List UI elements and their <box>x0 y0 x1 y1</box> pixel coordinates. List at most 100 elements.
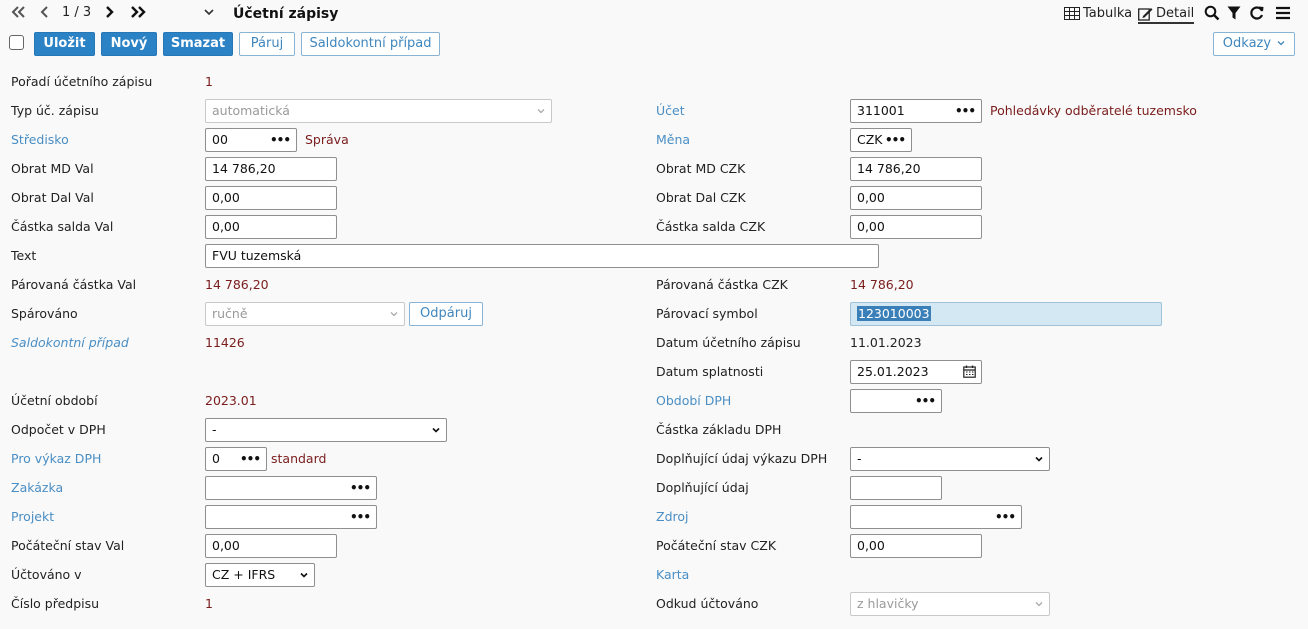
zdroj-label-link[interactable]: Zdroj <box>656 506 688 528</box>
search-button[interactable] <box>1204 5 1220 21</box>
ucet-input[interactable]: 311001 ••• <box>850 99 982 123</box>
zdroj-input[interactable]: ••• <box>850 505 1022 529</box>
text-input[interactable]: FVU tuzemská <box>205 244 879 268</box>
doplnujici-input[interactable] <box>850 476 942 500</box>
castka-salda-czk-input[interactable]: 0,00 <box>850 215 982 239</box>
ucet-label-link[interactable]: Účet <box>656 100 685 122</box>
stredisko-input[interactable]: 00 ••• <box>205 128 297 152</box>
table-view-label: Tabulka <box>1083 6 1133 21</box>
pair-button[interactable]: Páruj <box>239 32 295 56</box>
datum-zapisu-label: Datum účetního zápisu <box>656 335 801 350</box>
zakazka-label-link[interactable]: Zakázka <box>11 477 63 499</box>
pocatecni-val-label: Počáteční stav Val <box>11 538 125 553</box>
saldokontni-label-link[interactable]: Saldokontní případ <box>11 332 129 354</box>
pro-vykaz-input[interactable]: 0 ••• <box>205 447 267 471</box>
zakazka-input[interactable]: ••• <box>205 476 377 500</box>
sparovano-select: ručně <box>205 302 405 326</box>
cislo-predpisu-value: 1 <box>205 596 213 611</box>
filter-button[interactable] <box>1227 5 1243 21</box>
save-button[interactable]: Uložit <box>34 32 95 56</box>
sparovano-label: Spárováno <box>11 306 78 321</box>
uctovano-v-select[interactable]: CZ + IFRS <box>205 563 315 587</box>
next-record-button[interactable] <box>104 4 114 24</box>
lookup-dots-icon[interactable]: ••• <box>350 477 371 499</box>
chevron-down-icon <box>1277 41 1285 46</box>
lookup-dots-icon[interactable]: ••• <box>995 506 1016 528</box>
parovaci-symbol-input[interactable]: 123010003 <box>850 302 1162 326</box>
poradi-value: 1 <box>205 74 213 89</box>
karta-label-link[interactable]: Karta <box>656 564 689 586</box>
last-record-button[interactable] <box>130 4 148 24</box>
table-icon <box>1064 7 1080 20</box>
sparovano-value: ručně <box>212 306 248 321</box>
obrat-dal-czk-input[interactable]: 0,00 <box>850 186 982 210</box>
datum-splatnosti-label: Datum splatnosti <box>656 364 764 379</box>
lookup-dots-icon[interactable]: ••• <box>270 129 291 151</box>
datum-zapisu-value: 11.01.2023 <box>850 335 922 350</box>
datum-splatnosti-input[interactable]: 25.01.2023 <box>850 360 982 384</box>
detail-view-label: Detail <box>1156 6 1195 21</box>
table-view-tab[interactable]: Tabulka <box>1064 6 1132 21</box>
lookup-dots-icon[interactable]: ••• <box>240 448 261 470</box>
lookup-dots-icon[interactable]: ••• <box>885 129 906 151</box>
odpocet-dph-label: Odpočet v DPH <box>11 422 106 437</box>
parovana-val-value: 14 786,20 <box>205 277 269 292</box>
calendar-icon[interactable] <box>963 365 976 378</box>
odkud-select: z hlavičky <box>850 592 1050 616</box>
menu-button[interactable] <box>1275 5 1291 21</box>
title-dropdown-button[interactable] <box>204 4 214 24</box>
uctovano-v-label: Účtováno v <box>11 567 82 582</box>
links-label: Odkazy <box>1222 36 1272 51</box>
lookup-dots-icon[interactable]: ••• <box>915 390 936 412</box>
chevron-right-icon <box>106 6 114 18</box>
delete-button[interactable]: Smazat <box>163 32 233 56</box>
saldokontni-value: 11426 <box>205 335 245 350</box>
unpair-button[interactable]: Odpáruj <box>409 302 483 326</box>
projekt-label-link[interactable]: Projekt <box>11 506 54 528</box>
stredisko-label-link[interactable]: Středisko <box>11 129 69 151</box>
ucetni-obdobi-label: Účetní období <box>11 393 98 408</box>
account-case-button[interactable]: Saldokontní případ <box>301 32 440 56</box>
lookup-dots-icon[interactable]: ••• <box>955 100 976 122</box>
lookup-dots-icon[interactable]: ••• <box>350 506 371 528</box>
mena-label-link[interactable]: Měna <box>656 129 690 151</box>
obrat-md-czk-input[interactable]: 14 786,20 <box>850 157 982 181</box>
chevron-left-icon <box>40 6 48 18</box>
pocatecni-czk-input[interactable]: 0,00 <box>850 534 982 558</box>
chevron-down-icon <box>432 427 440 433</box>
obrat-md-val-input[interactable]: 14 786,20 <box>205 157 337 181</box>
odpocet-dph-select[interactable]: - <box>205 418 447 442</box>
mena-input[interactable]: CZK ••• <box>850 128 912 152</box>
chevron-down-icon <box>204 9 214 16</box>
double-chevron-left-icon <box>11 6 25 18</box>
links-dropdown-button[interactable]: Odkazy <box>1213 32 1295 56</box>
odkud-value: z hlavičky <box>857 596 919 611</box>
obrat-dal-val-input[interactable]: 0,00 <box>205 186 337 210</box>
select-record-checkbox[interactable] <box>9 35 24 50</box>
doplnujici-vykaz-select[interactable]: - <box>850 447 1050 471</box>
first-record-button[interactable] <box>10 4 26 24</box>
mena-value: CZK <box>857 132 883 147</box>
detail-view-tab[interactable]: Detail <box>1138 6 1195 24</box>
double-chevron-right-icon <box>131 6 146 18</box>
projekt-input[interactable]: ••• <box>205 505 377 529</box>
ucet-value: 311001 <box>857 103 905 118</box>
obdobi-dph-input[interactable]: ••• <box>850 389 942 413</box>
previous-record-button[interactable] <box>40 4 50 24</box>
new-button[interactable]: Nový <box>101 32 157 56</box>
chevron-down-icon <box>1035 456 1043 462</box>
obrat-dal-czk-label: Obrat Dal CZK <box>656 190 746 205</box>
obdobi-dph-label-link[interactable]: Období DPH <box>656 390 731 412</box>
ucetni-obdobi-value: 2023.01 <box>205 393 257 408</box>
obrat-dal-val-label: Obrat Dal Val <box>11 190 94 205</box>
refresh-button[interactable] <box>1249 5 1265 21</box>
uctovano-v-value: CZ + IFRS <box>212 567 276 582</box>
odpocet-dph-value: - <box>212 422 217 437</box>
pro-vykaz-label-link[interactable]: Pro výkaz DPH <box>11 448 101 470</box>
filter-icon <box>1227 6 1241 20</box>
typ-select: automatická <box>205 99 552 123</box>
poradi-label: Pořadí účetního zápisu <box>11 74 153 89</box>
pocatecni-val-input[interactable]: 0,00 <box>205 534 337 558</box>
chevron-down-icon <box>537 109 545 114</box>
castka-salda-val-input[interactable]: 0,00 <box>205 215 337 239</box>
